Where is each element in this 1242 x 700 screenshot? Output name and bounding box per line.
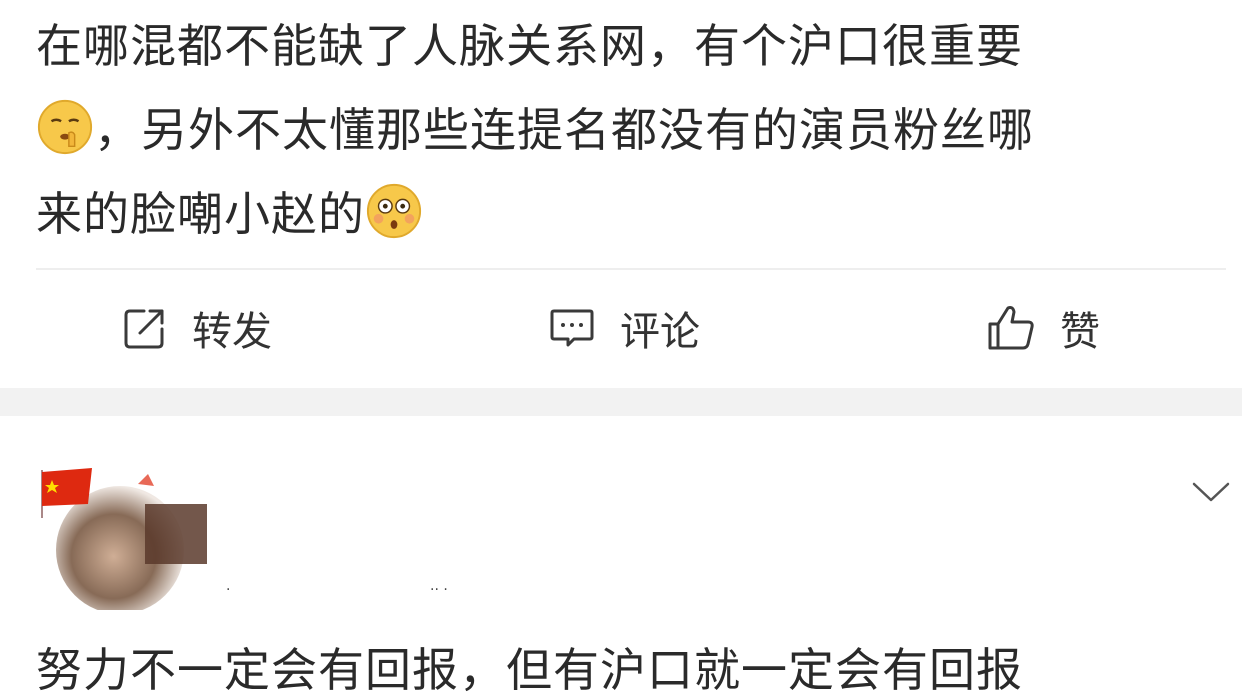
action-bar: 转发 评论 赞 bbox=[0, 272, 1242, 384]
comment-icon bbox=[550, 309, 594, 347]
repost-button[interactable]: 转发 bbox=[122, 296, 272, 360]
thumbs-up-icon bbox=[988, 306, 1034, 350]
post-text-line-1: 在哪混都不能缺了人脉关系网，有个沪口很重要 bbox=[36, 19, 1023, 73]
avatar[interactable] bbox=[30, 440, 210, 610]
post-text-line-2: ，另外不太懂那些连提名都没有的演员粉丝哪 bbox=[94, 103, 1034, 157]
like-label: 赞 bbox=[1060, 309, 1100, 355]
post-text-line-3: 来的脸嘲小赵的 bbox=[36, 187, 365, 241]
comment-button[interactable]: 评论 bbox=[548, 296, 700, 360]
repost-label: 转发 bbox=[192, 309, 272, 355]
chevron-down-icon[interactable] bbox=[1190, 478, 1232, 506]
post-body: 在哪混都不能缺了人脉关系网，有个沪口很重要 ，另外不太懂那些连提名都没有的演员粉… bbox=[36, 4, 1216, 256]
next-comment: · ·· · 努力不一定会有回报，但有沪口就一定会有回报 bbox=[0, 416, 1242, 697]
weibo-post: 在哪混都不能缺了人脉关系网，有个沪口很重要 ，另外不太懂那些连提名都没有的演员粉… bbox=[0, 0, 1242, 388]
comment-text: 努力不一定会有回报，但有沪口就一定会有回报 bbox=[36, 643, 1023, 697]
username-fragment-1: · bbox=[226, 582, 231, 598]
shush-face-emoji-icon bbox=[37, 99, 93, 155]
post-divider bbox=[36, 268, 1226, 270]
comment-label: 评论 bbox=[620, 309, 700, 355]
repost-icon bbox=[124, 309, 164, 349]
like-button[interactable]: 赞 bbox=[986, 296, 1100, 360]
flushed-face-emoji-icon bbox=[366, 183, 422, 239]
username-fragment-2: ·· · bbox=[430, 582, 448, 598]
feed-separator bbox=[0, 388, 1242, 416]
